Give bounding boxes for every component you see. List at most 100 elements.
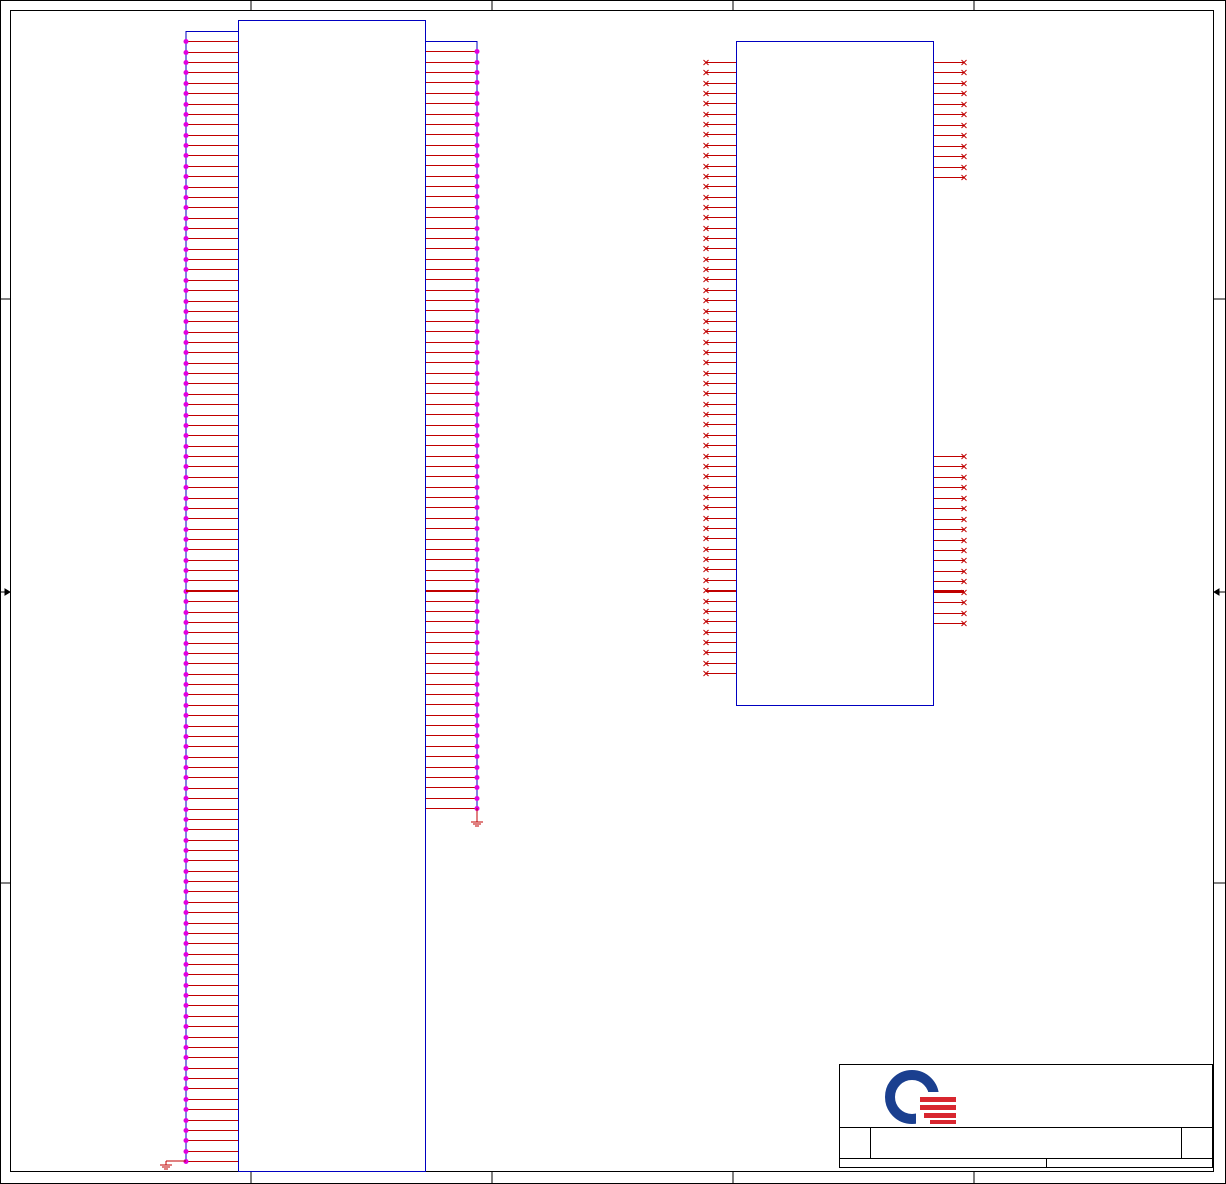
junction-dot — [474, 495, 480, 500]
junction-dot — [183, 682, 189, 687]
junction-dot — [183, 1086, 189, 1091]
junction-dot — [183, 879, 189, 884]
junction-dot — [474, 464, 480, 469]
junction-dot — [183, 630, 189, 635]
junction-dot — [183, 755, 189, 760]
junction-dot — [183, 610, 189, 615]
junction-dot — [183, 185, 189, 190]
junction-dot — [474, 568, 480, 573]
junction-dot — [474, 619, 480, 624]
quanta-logo-icon — [885, 1070, 958, 1126]
junction-dot — [474, 70, 480, 75]
junction-dot — [474, 423, 480, 428]
connector-left-right-pins — [426, 41, 480, 811]
junction-dot — [183, 340, 189, 345]
junction-dot — [183, 807, 189, 812]
junction-dot — [183, 1118, 189, 1123]
junction-dot — [183, 744, 189, 749]
junction-dot — [183, 91, 189, 96]
junction-dot — [474, 267, 480, 272]
junction-dot — [474, 443, 480, 448]
junction-dot — [474, 412, 480, 417]
junction-dot — [183, 703, 189, 708]
junction-dot — [183, 485, 189, 490]
junction-dot — [474, 236, 480, 241]
chip-right-right-pins — [934, 59, 967, 627]
junction-dot — [183, 620, 189, 625]
junction-dot — [474, 101, 480, 106]
junction-dot — [474, 651, 480, 656]
junction-dot — [183, 848, 189, 853]
junction-dot — [183, 216, 189, 221]
junction-dot — [474, 215, 480, 220]
junction-dot — [474, 371, 480, 376]
junction-dot — [474, 547, 480, 552]
junction-dot — [474, 194, 480, 199]
junction-dot — [183, 578, 189, 583]
junction-dot — [474, 671, 480, 676]
ground-icon — [471, 808, 483, 827]
junction-dot — [183, 444, 189, 449]
junction-dot — [183, 50, 189, 55]
junction-dot — [183, 153, 189, 158]
junction-dot — [183, 765, 189, 770]
junction-dot — [474, 796, 480, 801]
junction-dot — [183, 558, 189, 563]
junction-dot — [183, 164, 189, 169]
junction-dot — [474, 143, 480, 148]
junction-dot — [183, 817, 189, 822]
junction-dot — [183, 1024, 189, 1029]
junction-dot — [474, 246, 480, 251]
junction-dot — [183, 195, 189, 200]
junction-dot — [474, 526, 480, 531]
junction-dot — [183, 1128, 189, 1133]
junction-dot — [183, 1107, 189, 1112]
junction-dot — [474, 640, 480, 645]
junction-dot — [183, 724, 189, 729]
junction-dot — [183, 910, 189, 915]
junction-dot — [474, 433, 480, 438]
junction-dot — [474, 340, 480, 345]
junction-dot — [183, 361, 189, 366]
junction-dot — [183, 39, 189, 44]
junction-dot — [183, 402, 189, 407]
junction-dot — [183, 247, 189, 252]
junction-dot — [183, 257, 189, 262]
junction-dot — [183, 889, 189, 894]
junction-dot — [183, 454, 189, 459]
junction-dot — [183, 371, 189, 376]
junction-dot — [474, 308, 480, 313]
junction-dot — [474, 599, 480, 604]
junction-dot — [474, 184, 480, 189]
junction-dot — [183, 475, 189, 480]
junction-dot — [474, 60, 480, 65]
junction-dot — [183, 993, 189, 998]
junction-dot — [474, 163, 480, 168]
junction-dot — [474, 319, 480, 324]
junction-dot — [183, 506, 189, 511]
junction-dot — [474, 153, 480, 158]
junction-dot — [474, 226, 480, 231]
chip-right — [703, 41, 967, 706]
junction-dot — [474, 692, 480, 697]
junction-dot — [183, 330, 189, 335]
junction-dot — [183, 288, 189, 293]
junction-dot — [474, 505, 480, 510]
junction-dot — [474, 733, 480, 738]
junction-dot — [183, 921, 189, 926]
junction-dot — [183, 174, 189, 179]
chip-right-body — [736, 41, 934, 706]
junction-dot — [183, 60, 189, 65]
junction-dot — [183, 692, 189, 697]
junction-dot — [183, 672, 189, 677]
junction-dot — [183, 547, 189, 552]
junction-dot — [183, 786, 189, 791]
junction-dot — [474, 578, 480, 583]
junction-dot — [474, 537, 480, 542]
junction-dot — [474, 785, 480, 790]
connector-left — [160, 20, 483, 1172]
junction-dot — [474, 516, 480, 521]
junction-dot — [474, 298, 480, 303]
junction-dot — [474, 661, 480, 666]
junction-dot — [474, 474, 480, 479]
